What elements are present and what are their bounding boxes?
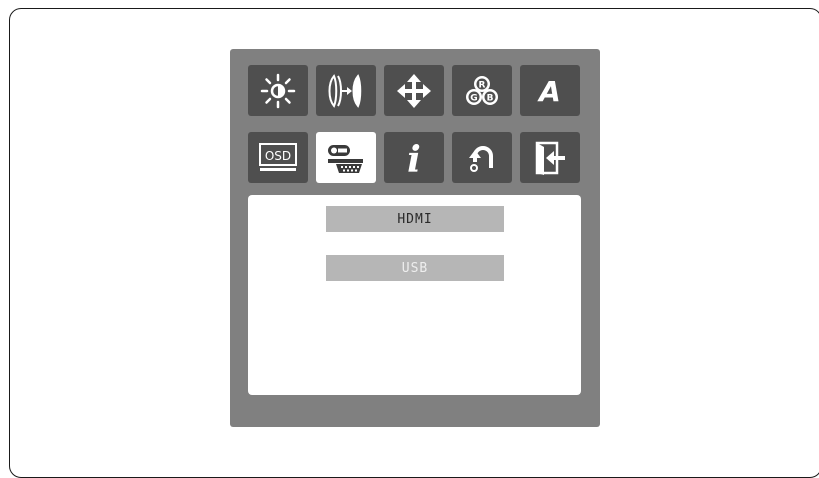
font-a-icon: A: [537, 75, 561, 108]
osd-glyph: OSD: [265, 149, 291, 163]
osd-menu-panel: R G B A OSD i HDMI USB: [230, 49, 600, 427]
tab-exit[interactable]: [520, 132, 580, 183]
font-a-glyph: A: [537, 75, 561, 108]
color-rgb-icon: R G B: [466, 75, 498, 105]
reset-icon: [469, 145, 493, 172]
tab-image-position[interactable]: [384, 65, 444, 116]
rgb-letter-r: R: [479, 80, 486, 90]
source-option-label: HDMI: [397, 211, 433, 227]
osd-icon: OSD: [259, 142, 297, 171]
tab-input-source[interactable]: [316, 132, 376, 183]
rgb-letter-g: G: [470, 93, 477, 103]
input-source-icon: [328, 144, 363, 173]
image-setup-icon: [328, 73, 362, 108]
tab-reset[interactable]: [452, 132, 512, 183]
tab-luminance[interactable]: [248, 65, 308, 116]
information-icon: i: [407, 139, 421, 178]
exit-icon: [535, 141, 565, 175]
input-source-content: HDMI USB: [248, 195, 581, 395]
tab-language[interactable]: A: [520, 65, 580, 116]
rgb-letter-b: B: [487, 93, 494, 103]
brightness-icon: [260, 73, 296, 108]
tab-information[interactable]: i: [384, 132, 444, 183]
source-option-hdmi[interactable]: HDMI: [326, 206, 504, 232]
information-glyph: i: [407, 139, 421, 178]
tab-osd-setup[interactable]: OSD: [248, 132, 308, 183]
position-icon: [397, 73, 431, 108]
tab-color-setup[interactable]: R G B: [452, 65, 512, 116]
source-option-label: USB: [401, 260, 429, 276]
tab-image-setup[interactable]: [316, 65, 376, 116]
source-option-usb[interactable]: USB: [326, 255, 504, 281]
